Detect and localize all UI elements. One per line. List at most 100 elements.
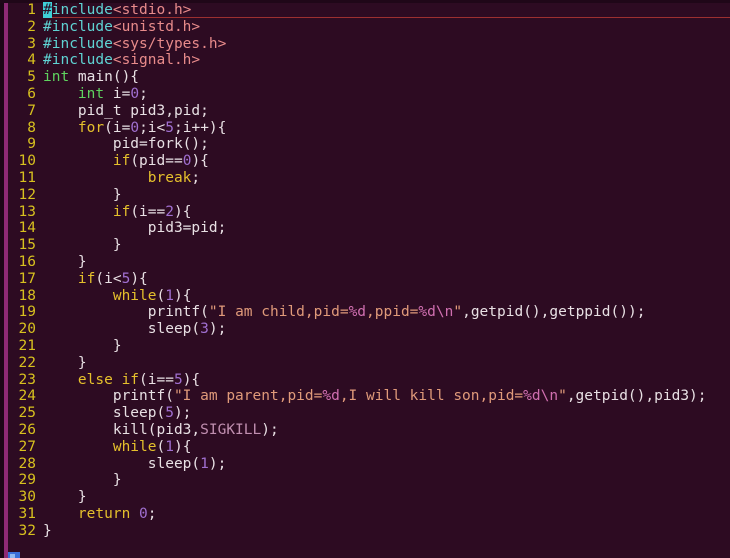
code-token: ;i< [139, 119, 166, 136]
code-token: } [43, 253, 87, 270]
code-line[interactable]: 23 else if(i==5){ [8, 372, 730, 389]
code-token: ;i++){ [174, 119, 227, 136]
line-number: 31 [18, 505, 36, 522]
code-line[interactable]: 2 #include<unistd.h> [8, 19, 730, 36]
code-line-text: sleep(5); [43, 405, 730, 422]
code-line[interactable]: 29 } [8, 472, 730, 489]
line-number: 27 [18, 438, 36, 455]
code-line-text: printf("I am parent,pid=%d,I will kill s… [43, 388, 730, 405]
line-number: 3 [27, 35, 36, 52]
code-token: int [77, 85, 105, 102]
code-token: ( [156, 287, 166, 304]
line-number: 17 [18, 270, 36, 287]
code-line-text: sleep(1); [43, 456, 730, 473]
code-token: 5 [173, 371, 183, 388]
code-token: #include [43, 35, 113, 52]
code-token: main(){ [69, 69, 140, 86]
code-line-text: if(pid==0){ [43, 153, 730, 170]
code-line[interactable]: 9 pid=fork(); [8, 136, 730, 153]
code-line[interactable]: 5 int main(){ [8, 69, 730, 86]
code-token: } [43, 186, 122, 203]
code-line[interactable]: 7 pid_t pid3,pid; [8, 103, 730, 120]
code-line[interactable]: 16 } [8, 254, 730, 271]
code-token: if [77, 270, 96, 287]
code-token: ,ppid= [366, 304, 419, 321]
code-token: sleep( [43, 405, 166, 422]
code-line[interactable]: 17 if(i<5){ [8, 271, 730, 288]
code-line-text: while(1){ [43, 439, 730, 456]
code-token: "I am child,pid= [208, 304, 349, 321]
code-line[interactable]: 4 #include<signal.h> [8, 52, 730, 69]
code-line[interactable]: 32} [8, 523, 730, 540]
code-line[interactable]: 19 printf("I am child,pid=%d,ppid=%d\n",… [8, 304, 730, 321]
code-token: if [121, 371, 140, 388]
code-line[interactable]: 24 printf("I am parent,pid=%d,I will kil… [8, 388, 730, 405]
code-editor-buffer[interactable]: 1 #include<stdio.h> 2 #include<unistd.h> 3 #i… [8, 2, 730, 558]
code-token: if [112, 153, 131, 170]
code-line[interactable]: 1 #include<stdio.h> [8, 2, 730, 19]
code-token: (pid== [130, 153, 183, 170]
code-token: ); [173, 405, 192, 422]
code-line[interactable]: 31 return 0; [8, 506, 730, 523]
code-line[interactable]: 14 pid3=pid; [8, 220, 730, 237]
code-line[interactable]: 12 } [8, 187, 730, 204]
code-line[interactable]: 28 sleep(1); [8, 456, 730, 473]
line-number: 13 [18, 203, 36, 220]
code-line[interactable]: 25 sleep(5); [8, 405, 730, 422]
code-line-text: } [43, 237, 730, 254]
code-line[interactable]: 18 while(1){ [8, 288, 730, 305]
code-token: ){ [182, 371, 201, 388]
line-number: 2 [27, 18, 36, 35]
code-line[interactable]: 15 } [8, 237, 730, 254]
code-token: int [43, 69, 70, 86]
code-line[interactable]: 21 } [8, 338, 730, 355]
code-token: ){ [191, 153, 209, 170]
line-number: 30 [18, 489, 36, 506]
line-number: 29 [18, 472, 36, 489]
code-token: sleep( [43, 321, 201, 338]
code-line[interactable]: 27 while(1){ [8, 439, 730, 456]
code-line[interactable]: 10 if(pid==0){ [8, 153, 730, 170]
line-number: 9 [27, 136, 36, 153]
code-token: sleep( [43, 455, 201, 472]
code-line-text: #include<unistd.h> [43, 19, 730, 36]
code-token: ,I will kill son,pid= [339, 388, 524, 405]
code-token: ); [208, 321, 227, 338]
code-token: %d [348, 304, 367, 321]
code-token: ( [156, 438, 166, 455]
code-token: \n [435, 304, 454, 321]
terminal-window[interactable]: 1 #include<stdio.h> 2 #include<unistd.h> 3 #i… [0, 0, 730, 558]
code-line[interactable]: 30 } [8, 489, 730, 506]
code-line-text: sleep(3); [43, 321, 730, 338]
line-number: 8 [27, 119, 36, 136]
text-cursor: # [43, 2, 52, 18]
code-token: 0 [139, 505, 148, 522]
code-line[interactable]: 22 } [8, 355, 730, 372]
code-line[interactable]: 13 if(i==2){ [8, 204, 730, 221]
code-line[interactable]: 3 #include<sys/types.h> [8, 36, 730, 53]
line-number: 24 [18, 388, 36, 405]
line-number: 16 [18, 253, 36, 270]
line-number: 11 [18, 169, 36, 186]
code-line[interactable]: 26 kill(pid3,SIGKILL); [8, 422, 730, 439]
code-line[interactable]: 8 for(i=0;i<5;i++){ [8, 120, 730, 137]
line-number: 26 [18, 421, 36, 438]
code-token: } [43, 354, 87, 371]
code-line[interactable]: 11 break; [8, 170, 730, 187]
code-token: } [43, 522, 52, 539]
code-token: <sys/types.h> [112, 35, 227, 52]
code-line[interactable]: 20 sleep(3); [8, 321, 730, 338]
code-line-text: pid3=pid; [43, 220, 730, 237]
code-token: #include [43, 52, 113, 69]
code-token: 5 [165, 405, 174, 422]
code-line[interactable]: 6 int i=0; [8, 86, 730, 103]
code-token: <stdio.h> [112, 2, 192, 18]
code-token: 1 [200, 455, 209, 472]
